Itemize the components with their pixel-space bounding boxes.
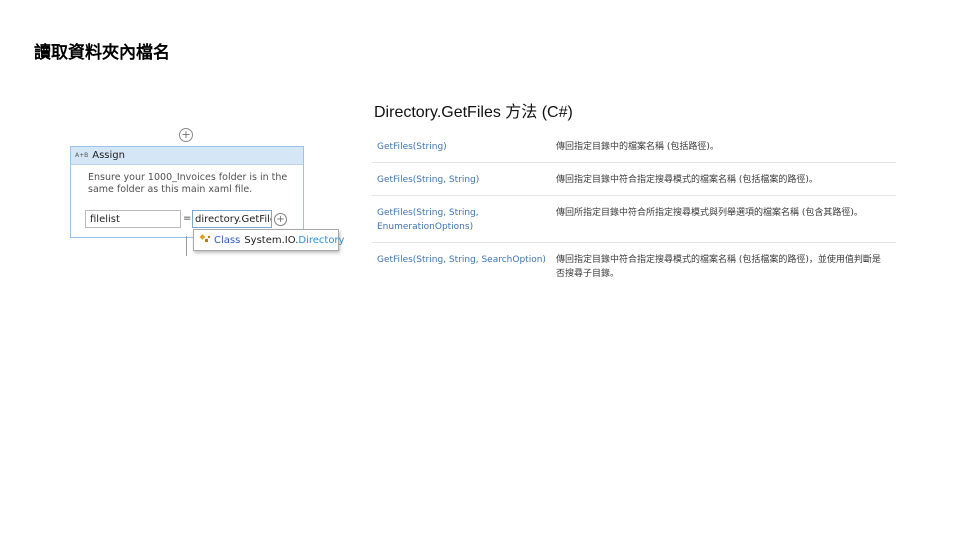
method-link[interactable]: GetFiles(String, String): [372, 173, 556, 195]
add-activity-plus-icon[interactable]: +: [179, 128, 193, 142]
table-row: GetFiles(String, String, EnumerationOpti…: [372, 196, 896, 243]
method-description: 傳回指定目錄中符合指定搜尋模式的檔案名稱 (包括檔案的路徑)。: [556, 175, 818, 185]
class-keyword: Class: [214, 234, 241, 246]
assign-to-field[interactable]: filelist: [85, 210, 181, 228]
slide-title: 讀取資料夾內檔名: [34, 43, 170, 63]
method-link[interactable]: GetFiles(String): [372, 140, 556, 162]
connector-line: [186, 236, 187, 256]
add-plus-icon[interactable]: +: [274, 213, 287, 226]
assign-icon: A+B: [75, 152, 89, 159]
method-description: 傳回指定目錄中符合指定搜尋模式的檔案名稱 (包括檔案的路徑)，並使用值判斷是否搜…: [556, 255, 881, 279]
assign-activity[interactable]: A+B Assign Ensure your 1000_Invoices fol…: [70, 146, 304, 238]
table-row: GetFiles(String, String, SearchOption) 傳…: [372, 243, 896, 289]
assign-header[interactable]: A+B Assign: [71, 147, 303, 165]
assign-title: Assign: [92, 150, 125, 161]
method-link[interactable]: GetFiles(String, String, EnumerationOpti…: [372, 206, 556, 242]
method-description: 傳回指定目錄中的檔案名稱 (包括路徑)。: [556, 142, 719, 152]
methods-table: GetFiles(String) 傳回指定目錄中的檔案名稱 (包括路徑)。 Ge…: [372, 130, 896, 289]
equals-sign: =: [183, 213, 192, 224]
namespace-text: System.IO.: [244, 234, 299, 246]
intellisense-popup[interactable]: Class System.IO. Directory: [193, 229, 344, 251]
table-row: GetFiles(String, String) 傳回指定目錄中符合指定搜尋模式…: [372, 163, 896, 196]
assign-annotation: Ensure your 1000_Invoices folder is in t…: [88, 172, 288, 195]
table-row: GetFiles(String) 傳回指定目錄中的檔案名稱 (包括路徑)。: [372, 130, 896, 163]
class-name-text: Directory: [298, 234, 345, 246]
class-icon: [199, 233, 211, 247]
assign-value-field[interactable]: directory.GetFile: [192, 210, 272, 228]
doc-title: Directory.GetFiles 方法 (C#): [374, 104, 573, 121]
method-link[interactable]: GetFiles(String, String, SearchOption): [372, 253, 556, 289]
method-description: 傳回所指定目錄中符合所指定搜尋模式與列舉選項的檔案名稱 (包含其路徑)。: [556, 208, 863, 218]
